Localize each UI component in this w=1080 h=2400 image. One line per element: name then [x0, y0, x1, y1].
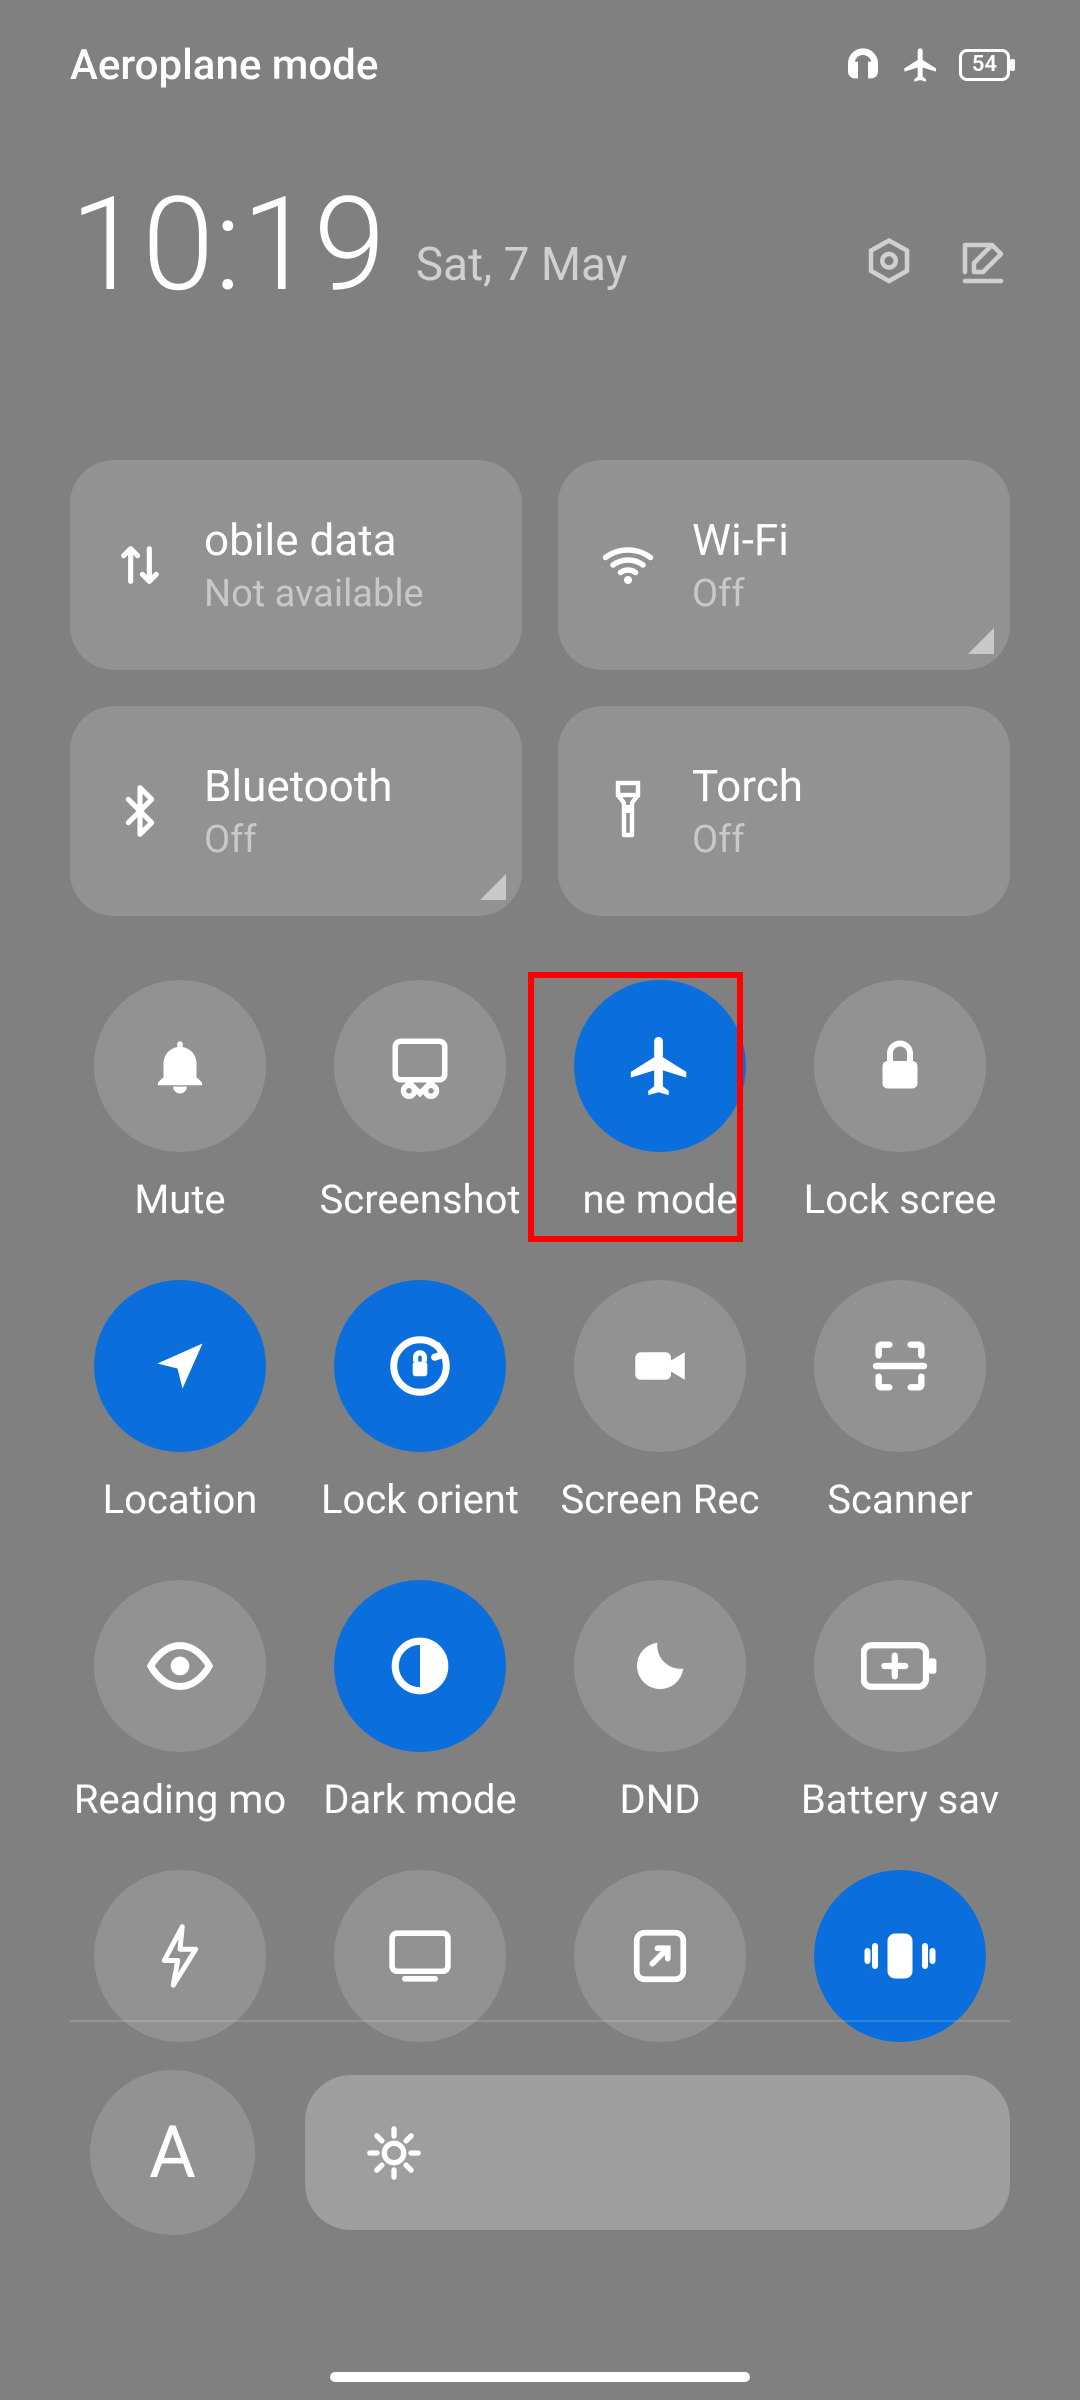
screen-icon: [387, 1928, 453, 1984]
time-row: 10:19 Sat, 7 May: [70, 180, 1010, 310]
scan-icon: [868, 1334, 932, 1398]
wifi-label: Wi-Fi: [692, 514, 789, 566]
mobile-data-label: obile data: [204, 514, 424, 566]
airplane-label: ne mode: [583, 1176, 738, 1223]
expand-corner-icon: [480, 874, 506, 900]
torch-icon: [588, 771, 668, 851]
airplane-toggle[interactable]: ne mode: [540, 970, 780, 1270]
torch-status: Off: [692, 818, 803, 862]
screenshot-label: Screenshot: [320, 1176, 521, 1223]
screenshot-toggle[interactable]: Screenshot: [300, 970, 540, 1270]
window-icon: [629, 1925, 691, 1987]
bluetooth-label: Bluetooth: [204, 760, 392, 812]
video-icon: [627, 1333, 693, 1399]
bolt-icon: [153, 1921, 207, 1991]
divider: [70, 2020, 1010, 2022]
brightness-slider[interactable]: [305, 2075, 1010, 2230]
airplane-icon: [901, 45, 941, 85]
mobile-data-icon: [100, 525, 180, 605]
vibrate-icon: [859, 1926, 941, 1986]
reading-mode-label: Reading mo: [74, 1776, 286, 1823]
dnd-toggle[interactable]: DND: [540, 1570, 780, 1870]
cast-toggle[interactable]: [300, 1850, 540, 2042]
status-icons: 54: [843, 45, 1010, 85]
battery-saver-toggle[interactable]: Battery sav: [780, 1570, 1020, 1870]
mute-label: Mute: [134, 1176, 225, 1223]
edit-icon[interactable]: [956, 236, 1010, 290]
eye-icon: [145, 1631, 215, 1701]
scissors-icon: [387, 1033, 453, 1099]
brightness-icon: [365, 2124, 423, 2182]
navigation-bar[interactable]: [330, 2372, 750, 2382]
settings-icon[interactable]: [862, 236, 916, 290]
clock-time: 10:19: [70, 180, 386, 310]
dark-mode-toggle[interactable]: Dark mode: [300, 1570, 540, 1870]
torch-label: Torch: [692, 760, 803, 812]
contrast-icon: [387, 1633, 453, 1699]
lock-icon: [870, 1036, 930, 1096]
airplane-icon: [625, 1031, 695, 1101]
battery-indicator: 54: [959, 49, 1010, 81]
lock-orientation-toggle[interactable]: Lock orient: [300, 1270, 540, 1570]
dnd-label: DND: [619, 1776, 700, 1823]
large-tiles: obile data Not available Wi-Fi Off Bluet…: [70, 460, 1010, 916]
mobile-data-status: Not available: [204, 572, 424, 616]
scanner-toggle[interactable]: Scanner: [780, 1270, 1020, 1570]
flash-toggle[interactable]: [60, 1850, 300, 2042]
battery-saver-label: Battery sav: [801, 1776, 999, 1823]
scanner-label: Scanner: [827, 1476, 972, 1523]
bluetooth-tile[interactable]: Bluetooth Off: [70, 706, 522, 916]
bluetooth-status: Off: [204, 818, 392, 862]
font-size-button[interactable]: A: [90, 2070, 255, 2235]
mute-toggle[interactable]: Mute: [60, 970, 300, 1270]
bluetooth-icon: [100, 771, 180, 851]
dark-mode-label: Dark mode: [323, 1776, 516, 1823]
battery-plus-icon: [861, 1642, 939, 1690]
clock-date: Sat, 7 May: [416, 238, 628, 292]
wifi-tile[interactable]: Wi-Fi Off: [558, 460, 1010, 670]
brightness-row: A: [90, 2070, 1010, 2235]
mobile-data-tile[interactable]: obile data Not available: [70, 460, 522, 670]
wifi-status: Off: [692, 572, 789, 616]
bell-icon: [147, 1033, 213, 1099]
location-label: Location: [103, 1476, 258, 1523]
headphones-icon: [843, 45, 883, 85]
small-toggles-row-4: [60, 1850, 1020, 2042]
status-title: Aeroplane mode: [70, 41, 378, 90]
wifi-icon: [588, 525, 668, 605]
location-toggle[interactable]: Location: [60, 1270, 300, 1570]
floating-window-toggle[interactable]: [540, 1850, 780, 2042]
torch-tile[interactable]: Torch Off: [558, 706, 1010, 916]
expand-corner-icon: [968, 628, 994, 654]
rotation-lock-icon: [385, 1331, 455, 1401]
lock-screen-toggle[interactable]: Lock scree: [780, 970, 1020, 1270]
lock-orientation-label: Lock orient: [321, 1476, 519, 1523]
moon-icon: [629, 1635, 691, 1697]
screen-recorder-toggle[interactable]: Screen Rec: [540, 1270, 780, 1570]
location-icon: [150, 1336, 210, 1396]
small-toggles-grid: Mute Screenshot ne mode Lock scree: [60, 970, 1020, 1870]
vibrate-toggle[interactable]: [780, 1850, 1020, 2042]
lock-screen-label: Lock scree: [804, 1176, 997, 1223]
screen-recorder-label: Screen Rec: [560, 1476, 759, 1523]
reading-mode-toggle[interactable]: Reading mo: [60, 1570, 300, 1870]
status-bar: Aeroplane mode 54: [0, 0, 1080, 130]
